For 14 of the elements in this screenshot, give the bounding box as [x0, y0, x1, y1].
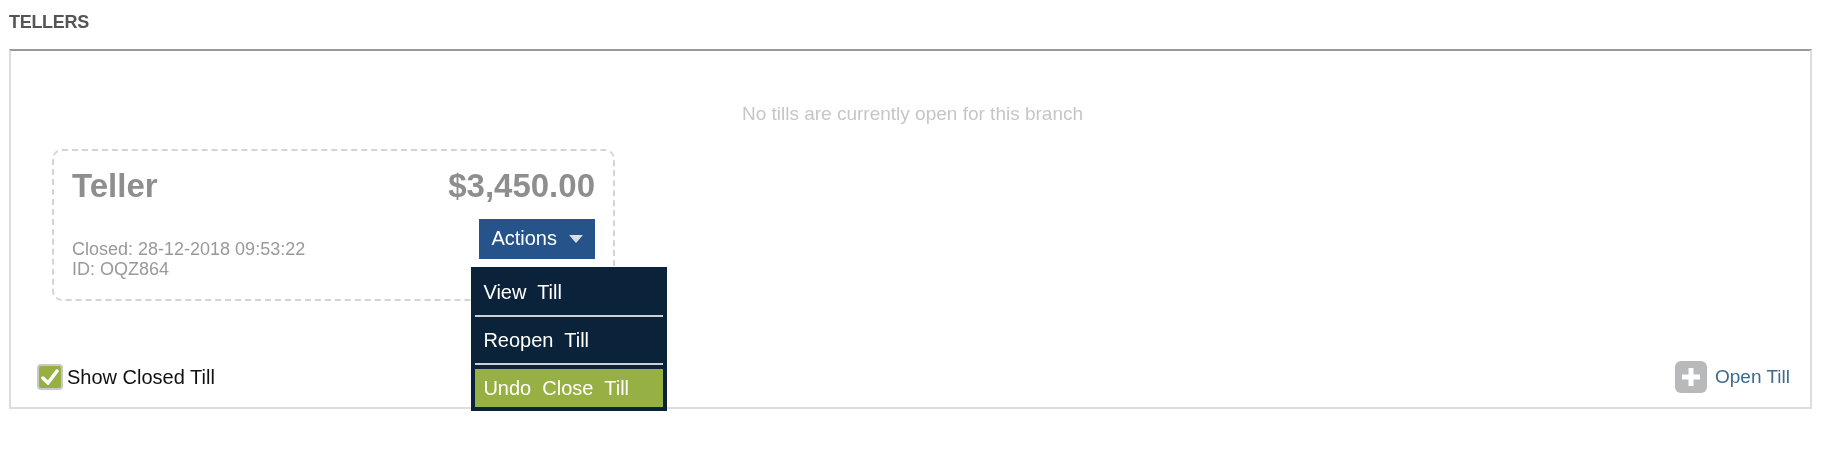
menu-item[interactable]: Reopen Till	[475, 321, 664, 359]
caret-icon	[569, 234, 583, 243]
closed-time: Closed: 28-12-2018 09:53:22	[72, 239, 306, 259]
section-title: TELLERS	[9, 12, 89, 33]
checkbox[interactable]	[37, 364, 63, 390]
empty-message: No tills are currently open for this branch	[741, 103, 1084, 125]
plus-icon	[1675, 361, 1707, 393]
till-name: Teller	[72, 167, 158, 205]
open-till-link[interactable]: Open Till	[1675, 361, 1790, 393]
menu-item[interactable]: View Till	[475, 273, 664, 311]
till-amount: $3,450.00	[448, 167, 595, 205]
till-id: ID: OQZ864	[72, 259, 171, 279]
actions-button[interactable]: Actions	[479, 219, 595, 259]
checkbox-label: Show Closed Till	[67, 365, 215, 389]
